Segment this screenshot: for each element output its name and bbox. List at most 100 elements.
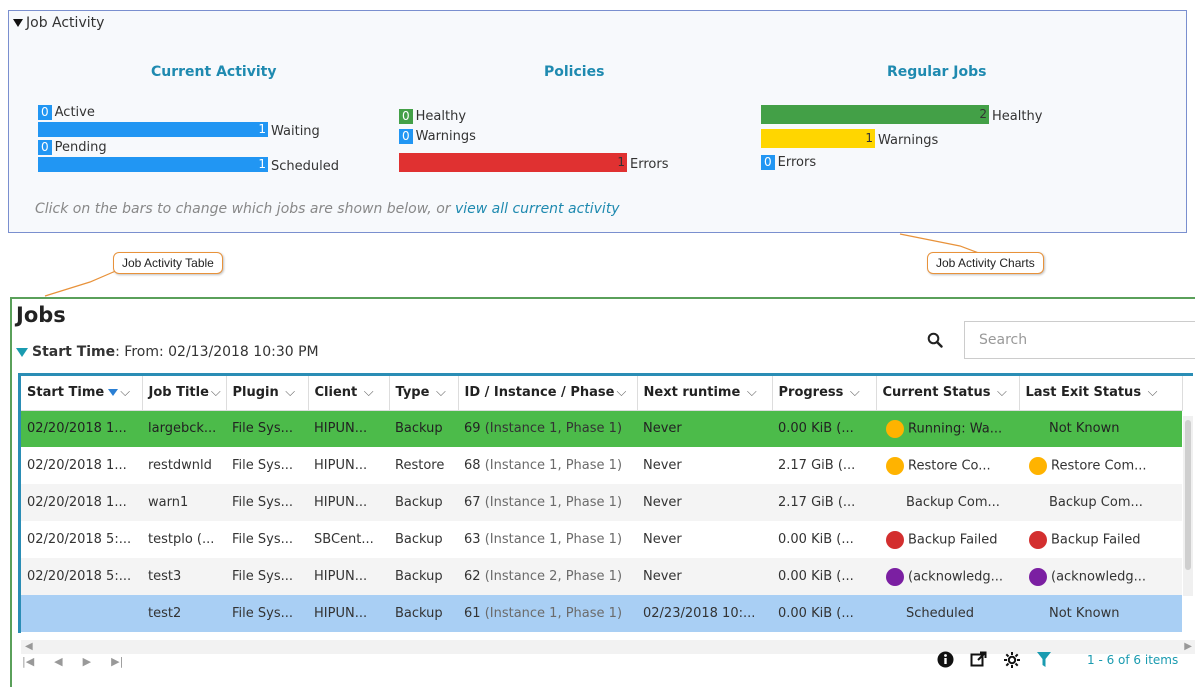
cell-start-time: 02/20/2018 1... [27,458,127,473]
pending-bar[interactable]: 0 Pending [38,140,107,155]
status-red-dot-icon [886,530,904,549]
vertical-scrollbar[interactable] [1183,416,1193,596]
table-row[interactable]: 02/20/2018 1... warn1 File Sys... HIPUN... B… [21,484,1182,521]
cell-current-status: Backup Failed [876,521,1019,558]
chevron-down-icon: ⌵ [285,385,296,401]
cell-plugin: File Sys... [226,595,308,632]
table-row[interactable]: 02/20/2018 1... largebck... File Sys... HIP… [21,410,1182,447]
scheduled-bar[interactable]: 1 [38,157,268,172]
cell-plugin: File Sys... [232,458,294,473]
active-count: 0 [38,105,52,120]
regular-jobs-title: Regular Jobs [887,64,987,80]
cell-start-time: 02/20/2018 1... [21,484,142,521]
sort-desc-icon [108,389,119,397]
cell-plugin: File Sys... [226,410,308,447]
col-current-status[interactable]: Current Status ⌵ [876,376,1020,411]
policies-warnings-bar[interactable]: 0 Warnings [399,129,476,144]
external-link-icon[interactable] [970,651,987,668]
cell-progress: 0.00 KiB (... [772,595,876,632]
cell-plugin: File Sys... [232,532,294,547]
col-plugin[interactable]: Plugin ⌵ [226,376,309,411]
table-row[interactable]: 02/20/2018 5:... test3 File Sys... HIPUN...… [21,558,1182,595]
jobs-title: Jobs [16,303,66,327]
cell-client: HIPUN... [308,484,389,521]
filter-value: : From: 02/13/2018 10:30 PM [115,344,319,360]
cell-id-instance-phase: 61 (Instance 1, Phase 1) [458,595,637,632]
waiting-count: 1 [258,122,266,136]
regular-warnings-label: Warnings [878,133,939,148]
cell-start-time [21,595,142,632]
cell-current-status: (acknowledg... [876,558,1019,595]
cell-id-instance-phase: 68 (Instance 1, Phase 1) [464,458,623,473]
policies-warnings-label: Warnings [415,129,476,144]
policies-errors-count: 1 [617,155,625,169]
active-label: Active [54,105,95,120]
info-icon[interactable] [937,651,954,668]
table-row[interactable]: 02/20/2018 5:... testplo (... File Sys... S… [21,521,1182,558]
cell-last-exit-status: Backup Failed [1019,521,1182,558]
jobs-table: Start Time ⌵ Job Title ⌵ Plugin ⌵ Client ⌵… [21,376,1183,632]
start-time-filter[interactable]: Start Time : From: 02/13/2018 10:30 PM [16,344,319,360]
cell-client: HIPUN... [314,458,368,473]
regular-warnings-bar[interactable]: 1 [761,129,875,148]
chevron-down-icon: ⌵ [435,385,446,401]
cell-job-title: restdwnld [148,458,212,473]
table-header-row: Start Time ⌵ Job Title ⌵ Plugin ⌵ Client ⌵… [21,376,1183,411]
scroll-right-icon[interactable]: ▶ [1184,641,1192,652]
cell-client: HIPUN... [308,410,389,447]
chevron-down-icon: ⌵ [997,385,1007,401]
last-page-icon[interactable]: ▶| [111,655,123,668]
view-all-activity-link[interactable]: view all current activity [455,201,620,217]
col-progress[interactable]: Progress ⌵ [772,376,877,411]
job-activity-toggle[interactable]: Job Activity [13,15,104,31]
col-id-instance-phase[interactable]: ID / Instance / Phase ⌵ [458,376,638,411]
chevron-down-icon: ⌵ [363,385,374,401]
cell-progress: 2.17 GiB (... [772,484,876,521]
scrollbar-thumb[interactable] [1185,420,1191,570]
cell-type: Backup [389,484,458,521]
chevron-down-icon: ⌵ [210,385,221,401]
cell-progress: 2.17 GiB (... [778,458,856,473]
activity-hint: Click on the bars to change which jobs a… [35,201,620,217]
col-last-exit-status[interactable]: Last Exit Status ⌵ [1019,376,1183,411]
col-start-time[interactable]: Start Time ⌵ [21,376,143,411]
prev-page-icon[interactable]: ◀ [54,655,62,668]
cell-last-exit-status: Backup Com... [1019,484,1182,521]
pending-label: Pending [54,140,107,155]
columns-settings-icon[interactable] [1003,651,1021,668]
filter-label: Start Time [32,344,116,360]
col-job-title[interactable]: Job Title ⌵ [142,376,227,411]
cell-job-title: warn1 [142,484,226,521]
policies-errors-label: Errors [630,157,669,172]
table-row[interactable]: 02/20/2018 1... restdwnld File Sys... HIPUN… [21,447,1182,484]
first-page-icon[interactable]: |◀ [22,655,34,668]
cell-last-exit-status: Restore Com... [1019,447,1182,484]
pager: |◀ ◀ ▶ ▶| [22,655,123,668]
regular-errors-bar[interactable]: 0 Errors [761,155,816,170]
col-next-runtime[interactable]: Next runtime ⌵ [637,376,773,411]
regular-healthy-bar[interactable]: 2 [761,105,989,124]
filter-icon[interactable] [1037,651,1051,668]
search-icon[interactable] [927,332,943,348]
active-bar[interactable]: 0 Active [38,105,95,120]
scheduled-count: 1 [258,157,266,171]
cell-id-instance-phase: 67 (Instance 1, Phase 1) [458,484,637,521]
pending-count: 0 [38,140,52,155]
next-page-icon[interactable]: ▶ [83,655,91,668]
col-client[interactable]: Client ⌵ [308,376,390,411]
filter-funnel-icon [16,347,28,357]
col-type[interactable]: Type ⌵ [389,376,459,411]
scroll-left-icon[interactable]: ◀ [25,641,33,652]
search-input[interactable] [964,321,1195,359]
policies-healthy-bar[interactable]: 0 Healthy [399,109,466,124]
cell-type: Restore [395,458,445,473]
cell-id-instance-phase: 69 (Instance 1, Phase 1) [458,410,637,447]
cell-id-instance-phase: 63 (Instance 1, Phase 1) [464,532,623,547]
waiting-bar[interactable]: 1 [38,122,268,137]
policies-errors-bar[interactable]: 1 [399,153,627,172]
cell-next-runtime: Never [637,558,772,595]
cell-client: HIPUN... [308,595,389,632]
current-activity-title: Current Activity [151,64,277,80]
cell-job-title: test2 [142,595,226,632]
table-row[interactable]: test2 File Sys... HIPUN... Backup 61 (Instan… [21,595,1182,632]
